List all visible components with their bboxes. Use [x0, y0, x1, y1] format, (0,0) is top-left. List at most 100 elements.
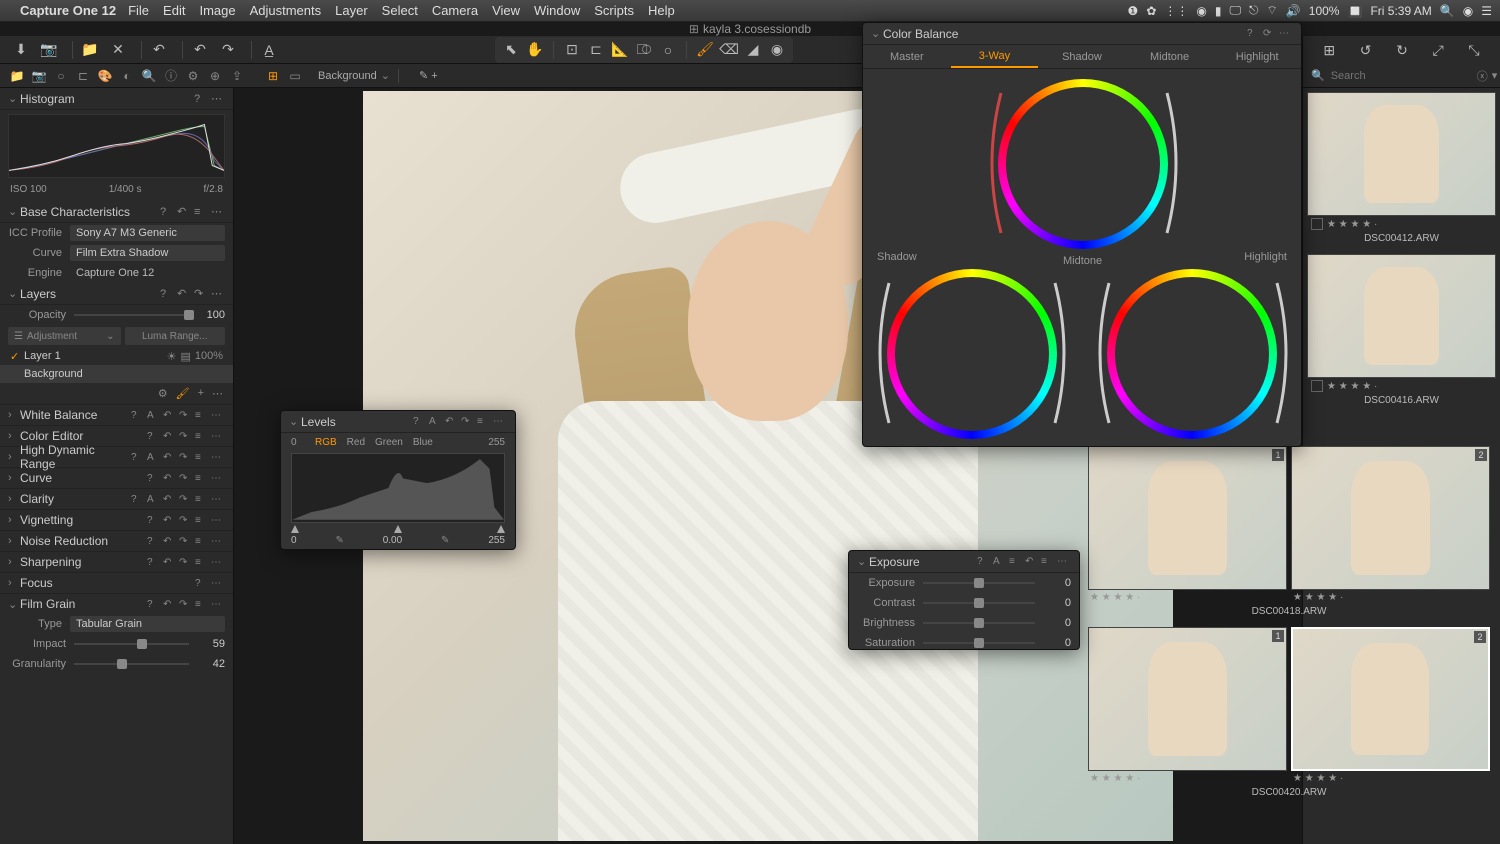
picker-icon[interactable]: ✎	[441, 535, 449, 546]
brush-icon[interactable]: 🖌	[176, 387, 190, 400]
curve-select[interactable]: Film Extra Shadow	[70, 245, 225, 261]
undo-icon[interactable]: ↶	[148, 39, 170, 61]
cb-tab-3way[interactable]: 3-Way	[951, 45, 1039, 68]
status-icon[interactable]: ⎋	[1249, 3, 1259, 18]
help-icon[interactable]: ?	[194, 93, 208, 105]
layer-item-background[interactable]: Background	[0, 365, 233, 383]
siri-icon[interactable]: ◉	[1463, 4, 1473, 18]
menu-adjustments[interactable]: Adjustments	[250, 3, 322, 18]
brush-icon[interactable]: 🖌	[695, 39, 715, 61]
single-view-icon[interactable]: ▭	[286, 67, 304, 85]
reset-icon[interactable]: ↶	[177, 287, 191, 300]
grain-type-select[interactable]: Tabular Grain	[70, 616, 225, 632]
granularity-slider[interactable]	[74, 663, 189, 665]
levels-black-handle[interactable]	[291, 525, 299, 533]
midtone-wheel[interactable]	[998, 79, 1168, 249]
layer-selector[interactable]: Background	[318, 70, 377, 82]
status-icon[interactable]: 🖵	[1229, 3, 1241, 18]
saturation-slider[interactable]	[923, 642, 1035, 644]
exposure-slider[interactable]	[923, 582, 1035, 584]
help-icon[interactable]: ?	[160, 288, 174, 300]
levels-mid-handle[interactable]	[394, 525, 402, 533]
cb-tab-shadow[interactable]: Shadow	[1038, 45, 1126, 68]
battery-pct[interactable]: 100%	[1309, 4, 1340, 18]
status-icon[interactable]: ◉	[1196, 4, 1206, 18]
gradient-icon[interactable]: ◢	[743, 39, 763, 61]
luma-range-button[interactable]: Luma Range...	[125, 327, 226, 345]
clear-search-icon[interactable]: ⓧ	[1477, 68, 1488, 84]
clarity-header[interactable]: ›Clarity?A↶↷≡⋯	[0, 488, 233, 509]
thumbnail[interactable]: ★ ★ ★ ★ · DSC00416.ARW	[1307, 254, 1496, 410]
details-tab-icon[interactable]: 🔍	[140, 67, 158, 85]
base-characteristics-header[interactable]: ⌄Base Characteristics ?↶≡⋯	[0, 201, 233, 223]
hand-icon[interactable]: ✋	[525, 39, 545, 61]
brightness-slider[interactable]	[923, 622, 1035, 624]
crop-icon[interactable]: ⊏	[586, 39, 606, 61]
status-icon[interactable]: ❶	[1128, 4, 1139, 18]
reset-icon[interactable]: ↶	[177, 205, 191, 218]
capture-tab-icon[interactable]: 📷	[30, 67, 48, 85]
shadow-wheel[interactable]	[887, 269, 1057, 439]
folder-icon[interactable]: 📁	[79, 39, 101, 61]
thumbnail-variant[interactable]: 1	[1088, 627, 1287, 771]
layer-type-select[interactable]: ☰ Adjustment ⌄	[8, 327, 121, 345]
levels-white-handle[interactable]	[497, 525, 505, 533]
import-icon[interactable]: ⬇	[10, 39, 32, 61]
color-balance-panel[interactable]: ⌄Color Balance?⟳⋯ Master 3-Way Shadow Mi…	[862, 22, 1302, 447]
battery-icon[interactable]: 🔲	[1347, 4, 1362, 18]
menu-icon[interactable]: ⋯	[211, 92, 225, 105]
keystone-icon[interactable]: ⎄	[634, 39, 654, 61]
notification-icon[interactable]: ☰	[1481, 4, 1492, 18]
reset2-icon[interactable]: ↷	[194, 287, 208, 300]
menu-view[interactable]: View	[492, 3, 520, 18]
redo-icon[interactable]: ↷	[217, 39, 239, 61]
cb-tab-midtone[interactable]: Midtone	[1126, 45, 1214, 68]
more-icon[interactable]: ⋯	[212, 387, 223, 400]
spotlight-icon[interactable]: 🔍	[1440, 4, 1455, 18]
menu-file[interactable]: File	[128, 3, 149, 18]
highlight-wheel[interactable]	[1107, 269, 1277, 439]
status-icon[interactable]: ⋮⋮	[1164, 4, 1188, 18]
menu-help[interactable]: Help	[648, 3, 675, 18]
cb-tab-master[interactable]: Master	[863, 45, 951, 68]
levels-red-tab[interactable]: Red	[347, 437, 365, 448]
help-icon[interactable]: ?	[1247, 28, 1261, 39]
layer-item[interactable]: ✓Layer 1☀▤100%	[0, 347, 233, 365]
undo2-icon[interactable]: ↶	[189, 39, 211, 61]
loupe-icon[interactable]: ⊡	[562, 39, 582, 61]
library-tab-icon[interactable]: 📁	[8, 67, 26, 85]
add-icon[interactable]: +	[198, 387, 204, 400]
menu-edit[interactable]: Edit	[163, 3, 185, 18]
menu-window[interactable]: Window	[534, 3, 580, 18]
sharpening-header[interactable]: ›Sharpening?↶↷≡⋯	[0, 551, 233, 572]
vignetting-header[interactable]: ›Vignetting?↶↷≡⋯	[0, 509, 233, 530]
capture-icon[interactable]: 📷	[38, 39, 60, 61]
preset-icon[interactable]: ≡	[194, 206, 208, 218]
local-tab-icon[interactable]: ⓘ	[162, 67, 180, 85]
metadata-tab-icon[interactable]: ⊕	[206, 67, 224, 85]
cb-tab-highlight[interactable]: Highlight	[1213, 45, 1301, 68]
menu-icon[interactable]: ⋯	[211, 287, 225, 300]
thumbnail-variant[interactable]: 2	[1291, 446, 1490, 590]
clock[interactable]: Fri 5:39 AM	[1370, 4, 1431, 18]
curve-header[interactable]: ›Curve?↶↷≡⋯	[0, 467, 233, 488]
app-name[interactable]: Capture One 12	[20, 3, 116, 18]
menu-layer[interactable]: Layer	[335, 3, 368, 18]
impact-slider[interactable]	[74, 643, 189, 645]
focus-header[interactable]: ›Focus?⋯	[0, 572, 233, 593]
opacity-slider[interactable]	[74, 314, 189, 316]
expand-icon[interactable]: ⤢	[1433, 42, 1444, 59]
layers-header[interactable]: ⌄Layers ?↶↷⋯	[0, 283, 233, 305]
status-icon[interactable]: ✿	[1146, 4, 1156, 18]
add-layer-icon[interactable]: ✎ +	[419, 69, 438, 82]
layout-icon[interactable]: ⊞	[1323, 42, 1335, 59]
color-tab-icon[interactable]: 🎨	[96, 67, 114, 85]
volume-icon[interactable]: 🔊	[1286, 4, 1301, 18]
select-icon[interactable]: ⬉	[501, 39, 521, 61]
spot-icon[interactable]: ○	[658, 39, 678, 61]
menu-camera[interactable]: Camera	[432, 3, 478, 18]
thumbnail-variant[interactable]: 1	[1088, 446, 1287, 590]
adjustments-tab-icon[interactable]: ⚙	[184, 67, 202, 85]
status-icon[interactable]: ▮	[1215, 4, 1222, 18]
dropdown-icon[interactable]: ⌄	[381, 69, 390, 82]
